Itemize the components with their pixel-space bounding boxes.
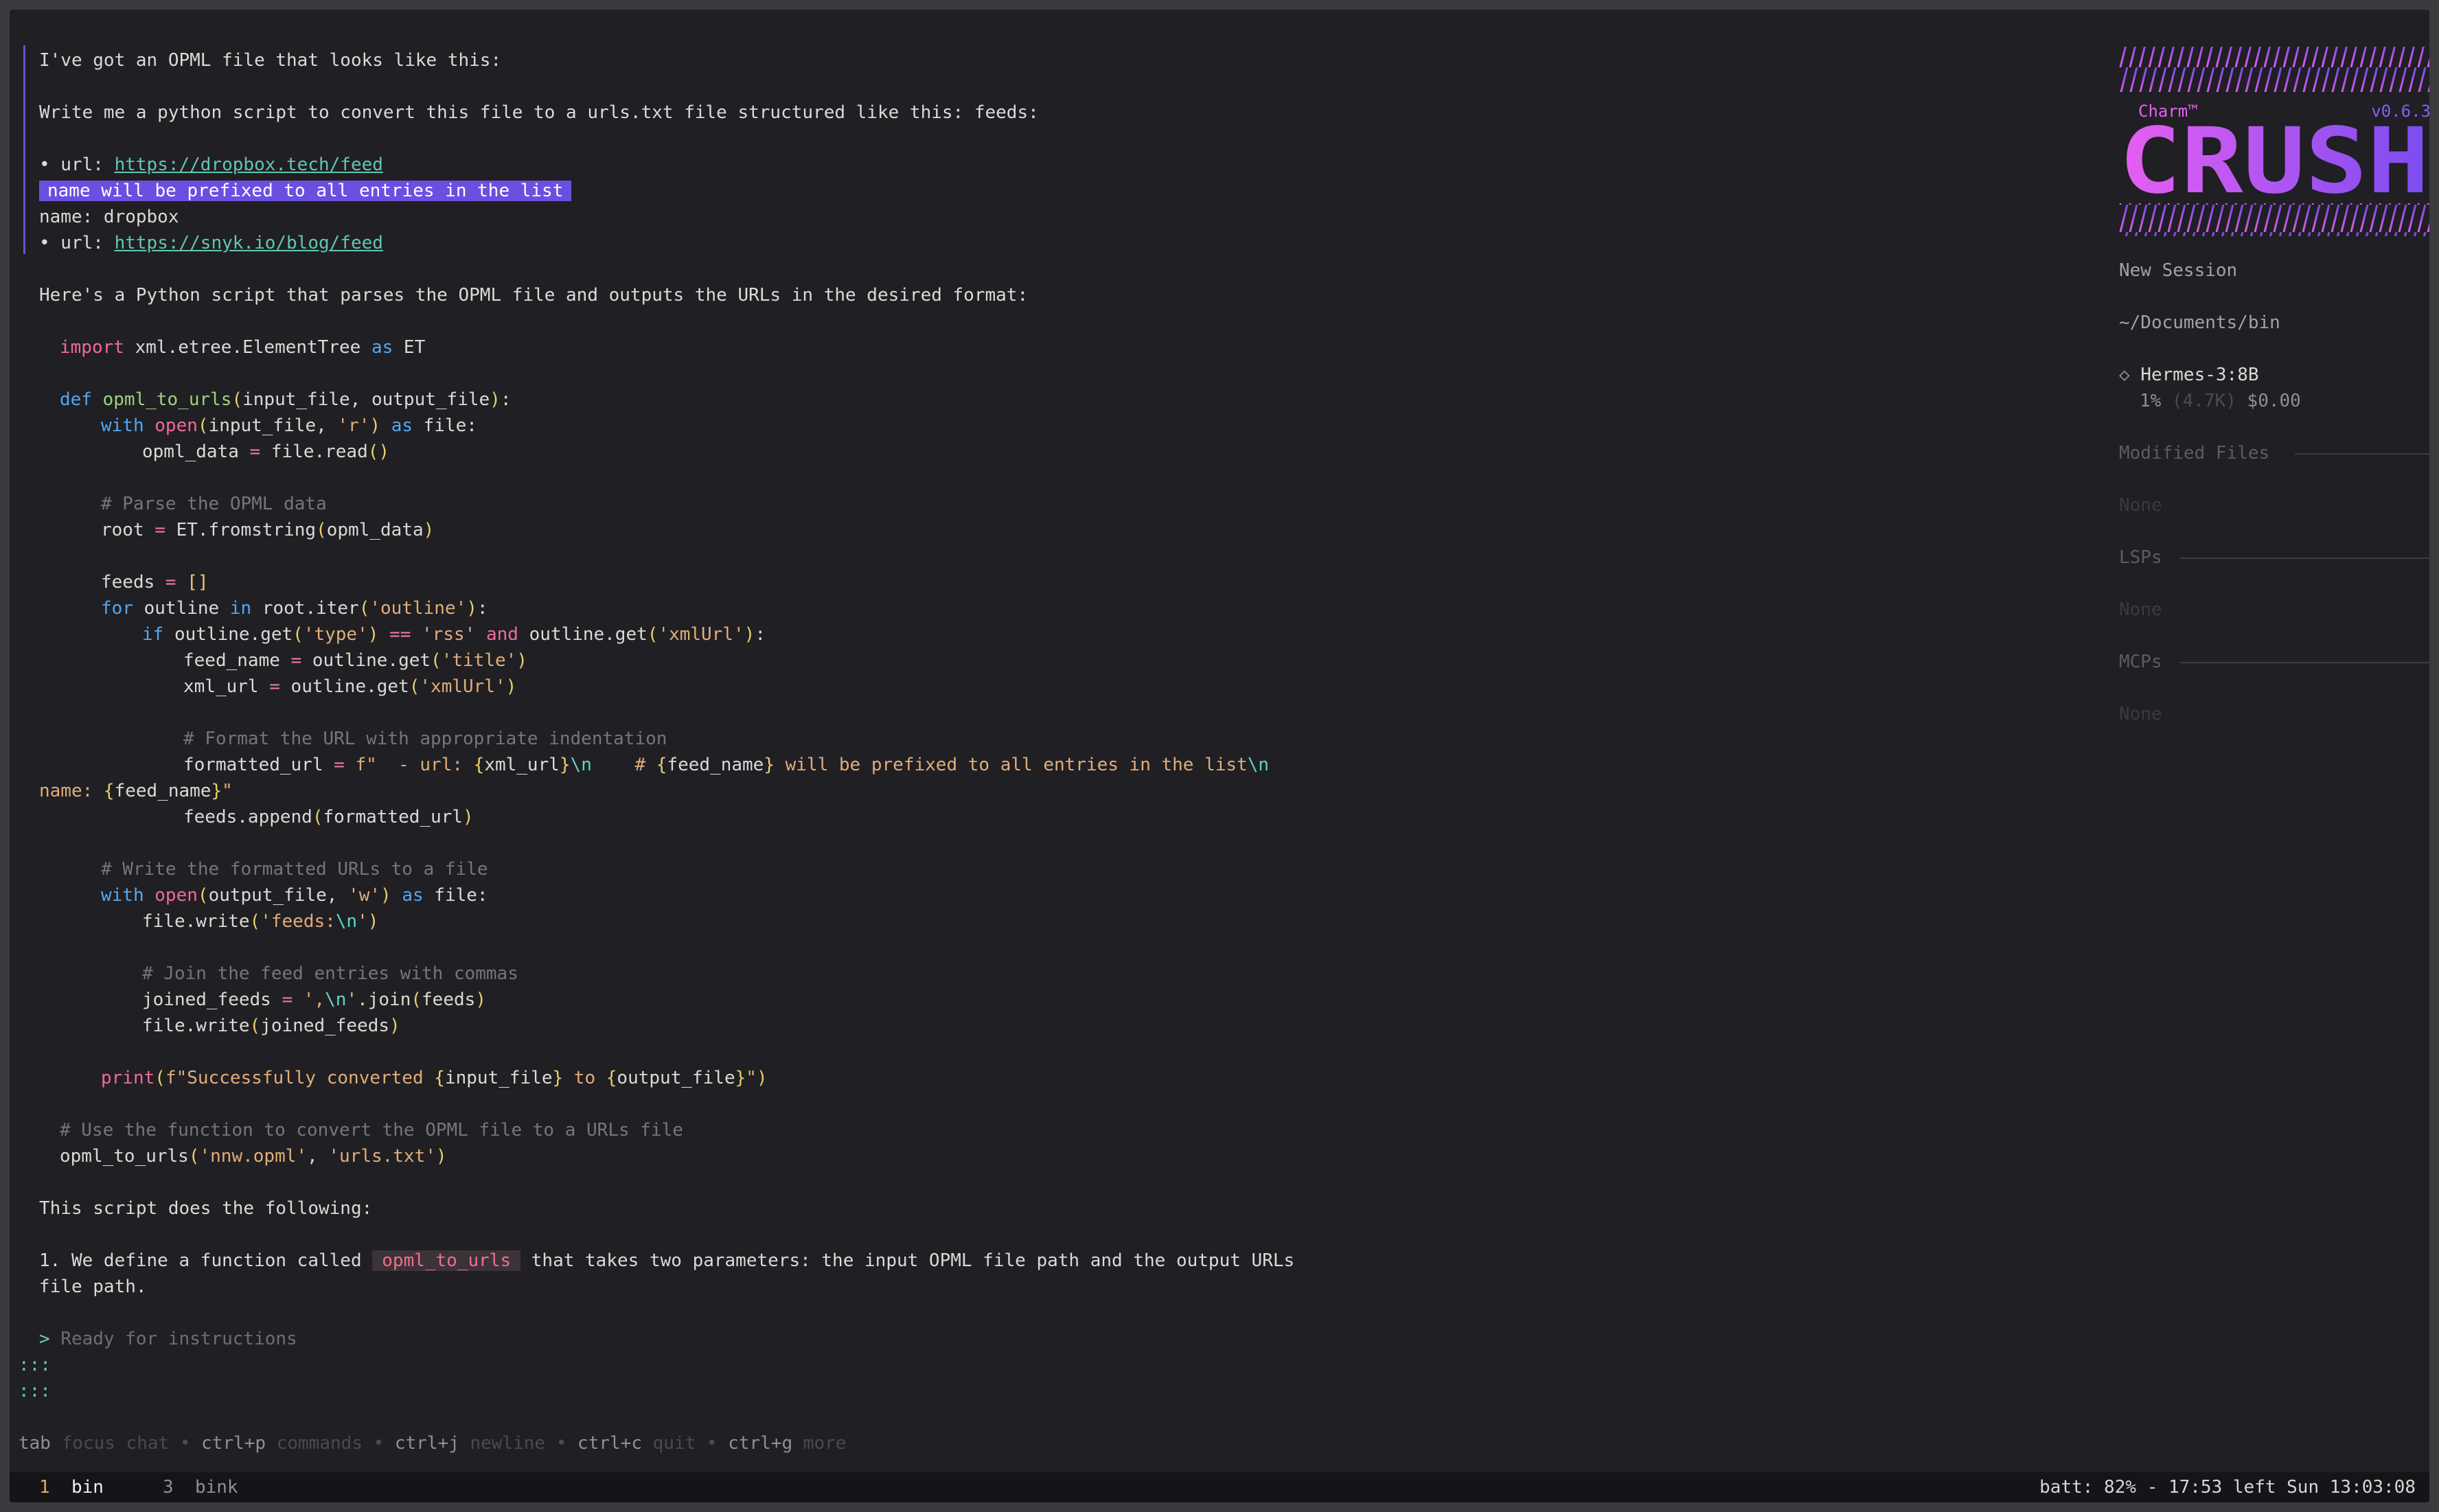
user-message-bar xyxy=(23,45,25,254)
code-line: with open(input_file, 'r') as file: xyxy=(101,415,477,436)
crush-logo: Charm™ v0.6.3 CRUSH xyxy=(2119,47,2429,236)
prompt-continuation: ::: xyxy=(19,1381,51,1401)
modified-files-header: Modified Files xyxy=(2119,443,2270,463)
code-line: import xml.etree.ElementTree as ET xyxy=(60,337,426,358)
code-line: for outline in root.iter('outline'): xyxy=(101,598,488,619)
user-message-name-line: name: dropbox xyxy=(39,207,179,227)
code-line: formatted_url = f" - url: {xml_url}\n # … xyxy=(183,755,1270,775)
lsps-header: LSPs xyxy=(2119,547,2162,568)
code-line: if outline.get('type') == 'rss' and outl… xyxy=(142,624,766,645)
code-line: # Write the formatted URLs to a file xyxy=(101,859,488,880)
model-name: Hermes-3:8B xyxy=(2140,365,2259,385)
snyk-feed-link[interactable]: https://snyk.io/blog/feed xyxy=(115,233,383,253)
code-line: print(f"Successfully converted {input_fi… xyxy=(101,1068,768,1088)
prompt-input[interactable]: > Ready for instructions xyxy=(39,1326,297,1352)
prompt-placeholder: Ready for instructions xyxy=(60,1329,297,1349)
explain-item-1: 1. We define a function called opml_to_u… xyxy=(39,1250,1295,1271)
help-key: ctrl+g xyxy=(728,1433,793,1454)
terminal-window: I've got an OPML file that looks like th… xyxy=(10,10,2429,1502)
highlighted-text: name will be prefixed to all entries in … xyxy=(39,181,572,201)
code-line: joined_feeds = ',\n'.join(feeds) xyxy=(142,989,486,1010)
window-1[interactable]: 1 bin xyxy=(39,1474,104,1500)
user-message-bullet-1: • url: https://dropbox.tech/feed xyxy=(39,152,383,178)
code-line: xml_url = outline.get('xmlUrl') xyxy=(183,676,517,697)
modified-files-value: None xyxy=(2119,495,2162,516)
code-line: feed_name = outline.get('title') xyxy=(183,650,527,671)
help-key: ctrl+c xyxy=(577,1433,642,1454)
usage-line: 1% (4.7K) $0.00 xyxy=(2140,391,2301,411)
section-divider xyxy=(2179,662,2429,663)
code-line: root = ET.fromstring(opml_data) xyxy=(101,520,435,540)
explain-item-1-cont: file path. xyxy=(39,1276,147,1297)
help-key: ctrl+p xyxy=(201,1433,266,1454)
logo-text: CRUSH xyxy=(2119,108,2429,214)
help-bar: tab focus chat • ctrl+p commands • ctrl+… xyxy=(19,1433,847,1454)
code-line: opml_data = file.read() xyxy=(142,442,390,462)
help-key: ctrl+j xyxy=(394,1433,459,1454)
code-line: file.write(joined_feeds) xyxy=(142,1016,400,1036)
tmux-status-bar: 1 bin 3 bink batt: 82% - 17:53 left Sun … xyxy=(10,1472,2429,1502)
code-line: name: {feed_name}" xyxy=(39,781,233,801)
help-desc: commands xyxy=(276,1433,363,1454)
help-desc: more xyxy=(803,1433,847,1454)
user-message-highlight-line: name will be prefixed to all entries in … xyxy=(39,178,572,204)
help-desc: quit xyxy=(652,1433,696,1454)
code-line: opml_to_urls('nnw.opml', 'urls.txt') xyxy=(60,1146,447,1167)
mcps-value: None xyxy=(2119,704,2162,724)
code-line: # Use the function to convert the OPML f… xyxy=(60,1120,683,1141)
user-message-line-1: I've got an OPML file that looks like th… xyxy=(39,50,502,71)
reply-intro: Here's a Python script that parses the O… xyxy=(39,285,1029,306)
window-3[interactable]: 3 bink xyxy=(163,1474,238,1500)
bullet-prefix: • url: xyxy=(39,233,115,253)
user-message-line-2: Write me a python script to convert this… xyxy=(39,102,1039,123)
code-line: feeds = [] xyxy=(101,572,209,593)
explain-intro: This script does the following: xyxy=(39,1198,373,1219)
status-right: batt: 82% - 17:53 left Sun 13:03:08 xyxy=(2039,1477,2416,1498)
code-line: with open(output_file, 'w') as file: xyxy=(101,885,488,906)
cwd-path: ~/Documents/bin xyxy=(2119,312,2280,333)
code-line: # Format the URL with appropriate indent… xyxy=(183,729,667,749)
lsps-value: None xyxy=(2119,599,2162,620)
prompt-continuation: ::: xyxy=(19,1355,51,1375)
mcps-header: MCPs xyxy=(2119,652,2162,672)
dropbox-feed-link[interactable]: https://dropbox.tech/feed xyxy=(115,154,383,175)
code-line: # Parse the OPML data xyxy=(101,494,327,514)
model-line: ◇ Hermes-3:8B xyxy=(2119,362,2259,388)
code-line: # Join the feed entries with commas xyxy=(142,963,518,984)
bullet-prefix: • url: xyxy=(39,154,115,175)
help-desc: focus chat xyxy=(61,1433,170,1454)
inline-code: opml_to_urls xyxy=(372,1250,521,1271)
section-divider xyxy=(2295,453,2429,455)
help-key: tab xyxy=(19,1433,51,1454)
code-line: def opml_to_urls(input_file, output_file… xyxy=(60,389,512,410)
section-divider xyxy=(2179,558,2429,559)
session-title: New Session xyxy=(2119,260,2238,281)
diamond-icon: ◇ xyxy=(2119,365,2130,385)
code-line: file.write('feeds:\n') xyxy=(142,911,379,932)
prompt-arrow-icon: > xyxy=(39,1329,50,1349)
user-message-bullet-2: • url: https://snyk.io/blog/feed xyxy=(39,230,383,256)
help-desc: newline xyxy=(470,1433,546,1454)
code-line: feeds.append(formatted_url) xyxy=(183,807,474,827)
